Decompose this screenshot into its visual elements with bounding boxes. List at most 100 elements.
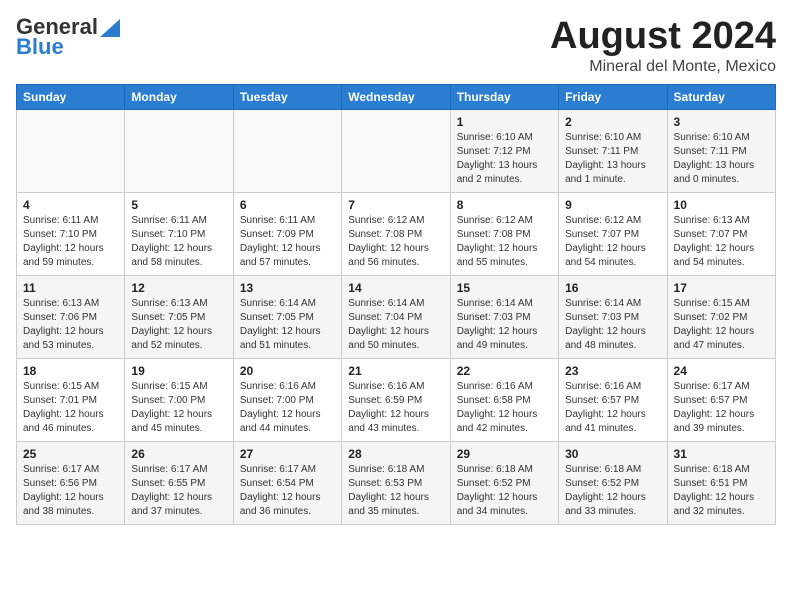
calendar-cell-2-3: 6Sunrise: 6:11 AM Sunset: 7:09 PM Daylig…	[233, 192, 341, 275]
day-info: Sunrise: 6:14 AM Sunset: 7:03 PM Dayligh…	[457, 297, 552, 353]
calendar-header-monday: Monday	[125, 84, 233, 109]
calendar-cell-1-2	[125, 109, 233, 192]
day-info: Sunrise: 6:11 AM Sunset: 7:10 PM Dayligh…	[131, 214, 226, 270]
calendar-cell-1-5: 1 Sunrise: 6:10 AM Sunset: 7:12 PM Daylig…	[450, 109, 558, 192]
calendar-cell-5-4: 28Sunrise: 6:18 AM Sunset: 6:53 PM Dayli…	[342, 441, 450, 524]
day-number: 30	[565, 447, 660, 461]
calendar-cell-3-5: 15 Sunrise: 6:14 AM Sunset: 7:03 PM Dayli…	[450, 275, 558, 358]
calendar-cell-4-5: 22 Sunrise: 6:16 AM Sunset: 6:58 PM Dayli…	[450, 358, 558, 441]
day-number: 29	[457, 447, 552, 461]
calendar-cell-4-7: 24 Sunrise: 6:17 AM Sunset: 6:57 PM Dayli…	[667, 358, 775, 441]
calendar-cell-3-4: 14 Sunrise: 6:14 AM Sunset: 7:04 PM Dayli…	[342, 275, 450, 358]
calendar-cell-5-2: 26 Sunrise: 6:17 AM Sunset: 6:55 PM Dayli…	[125, 441, 233, 524]
day-info: Sunrise: 6:16 AM Sunset: 6:57 PM Dayligh…	[565, 380, 660, 436]
day-info: Sunrise: 6:17 AM Sunset: 6:55 PM Dayligh…	[131, 463, 226, 519]
calendar-cell-2-6: 9 Sunrise: 6:12 AM Sunset: 7:07 PM Daylig…	[559, 192, 667, 275]
day-number: 24	[674, 364, 769, 378]
day-number: 4	[23, 198, 118, 212]
day-info: Sunrise: 6:17 AM Sunset: 6:57 PM Dayligh…	[674, 380, 769, 436]
calendar-header-tuesday: Tuesday	[233, 84, 341, 109]
day-info: Sunrise: 6:13 AM Sunset: 7:05 PM Dayligh…	[131, 297, 226, 353]
calendar-header-thursday: Thursday	[450, 84, 558, 109]
calendar-cell-1-4	[342, 109, 450, 192]
day-info: Sunrise: 6:13 AM Sunset: 7:06 PM Dayligh…	[23, 297, 118, 353]
calendar-cell-5-7: 31 Sunrise: 6:18 AM Sunset: 6:51 PM Dayli…	[667, 441, 775, 524]
day-number: 8	[457, 198, 552, 212]
day-info: Sunrise: 6:17 AM Sunset: 6:54 PM Dayligh…	[240, 463, 335, 519]
day-info: Sunrise: 6:12 AM Sunset: 7:08 PM Dayligh…	[348, 214, 443, 270]
calendar-cell-2-5: 8 Sunrise: 6:12 AM Sunset: 7:08 PM Daylig…	[450, 192, 558, 275]
calendar-cell-4-2: 19 Sunrise: 6:15 AM Sunset: 7:00 PM Dayli…	[125, 358, 233, 441]
calendar-cell-2-2: 5 Sunrise: 6:11 AM Sunset: 7:10 PM Daylig…	[125, 192, 233, 275]
calendar-cell-2-4: 7 Sunrise: 6:12 AM Sunset: 7:08 PM Daylig…	[342, 192, 450, 275]
day-number: 21	[348, 364, 443, 378]
calendar-cell-1-1	[17, 109, 125, 192]
page-title: August 2024	[550, 16, 776, 58]
day-info: Sunrise: 6:16 AM Sunset: 7:00 PM Dayligh…	[240, 380, 335, 436]
calendar-table: SundayMondayTuesdayWednesdayThursdayFrid…	[16, 84, 776, 525]
day-number: 22	[457, 364, 552, 378]
calendar-week-2: 4 Sunrise: 6:11 AM Sunset: 7:10 PM Daylig…	[17, 192, 776, 275]
day-number: 6	[240, 198, 335, 212]
calendar-cell-3-2: 12 Sunrise: 6:13 AM Sunset: 7:05 PM Dayli…	[125, 275, 233, 358]
calendar-cell-5-1: 25 Sunrise: 6:17 AM Sunset: 6:56 PM Dayli…	[17, 441, 125, 524]
day-number: 20	[240, 364, 335, 378]
title-block: August 2024 Mineral del Monte, Mexico	[550, 16, 776, 76]
day-info: Sunrise: 6:17 AM Sunset: 6:56 PM Dayligh…	[23, 463, 118, 519]
calendar-cell-4-1: 18Sunrise: 6:15 AM Sunset: 7:01 PM Dayli…	[17, 358, 125, 441]
calendar-header-wednesday: Wednesday	[342, 84, 450, 109]
day-info: Sunrise: 6:18 AM Sunset: 6:53 PM Dayligh…	[348, 463, 443, 519]
day-number: 5	[131, 198, 226, 212]
day-info: Sunrise: 6:14 AM Sunset: 7:04 PM Dayligh…	[348, 297, 443, 353]
calendar-cell-5-6: 30Sunrise: 6:18 AM Sunset: 6:52 PM Dayli…	[559, 441, 667, 524]
day-number: 9	[565, 198, 660, 212]
page-header: General Blue August 2024 Mineral del Mon…	[16, 16, 776, 76]
day-number: 16	[565, 281, 660, 295]
day-number: 3	[674, 115, 769, 129]
calendar-week-5: 25 Sunrise: 6:17 AM Sunset: 6:56 PM Dayli…	[17, 441, 776, 524]
day-info: Sunrise: 6:13 AM Sunset: 7:07 PM Dayligh…	[674, 214, 769, 270]
day-info: Sunrise: 6:12 AM Sunset: 7:08 PM Dayligh…	[457, 214, 552, 270]
day-info: Sunrise: 6:10 AM Sunset: 7:11 PM Dayligh…	[565, 131, 660, 187]
day-number: 25	[23, 447, 118, 461]
day-number: 1	[457, 115, 552, 129]
day-number: 2	[565, 115, 660, 129]
day-number: 11	[23, 281, 118, 295]
calendar-cell-3-7: 17Sunrise: 6:15 AM Sunset: 7:02 PM Dayli…	[667, 275, 775, 358]
logo-triangle-icon	[100, 19, 120, 37]
day-number: 19	[131, 364, 226, 378]
day-info: Sunrise: 6:15 AM Sunset: 7:00 PM Dayligh…	[131, 380, 226, 436]
day-info: Sunrise: 6:16 AM Sunset: 6:58 PM Dayligh…	[457, 380, 552, 436]
day-number: 7	[348, 198, 443, 212]
calendar-cell-3-3: 13Sunrise: 6:14 AM Sunset: 7:05 PM Dayli…	[233, 275, 341, 358]
calendar-cell-5-5: 29 Sunrise: 6:18 AM Sunset: 6:52 PM Dayli…	[450, 441, 558, 524]
day-number: 31	[674, 447, 769, 461]
day-info: Sunrise: 6:10 AM Sunset: 7:11 PM Dayligh…	[674, 131, 769, 187]
day-number: 12	[131, 281, 226, 295]
day-info: Sunrise: 6:12 AM Sunset: 7:07 PM Dayligh…	[565, 214, 660, 270]
calendar-cell-3-1: 11 Sunrise: 6:13 AM Sunset: 7:06 PM Dayli…	[17, 275, 125, 358]
calendar-cell-1-7: 3 Sunrise: 6:10 AM Sunset: 7:11 PM Daylig…	[667, 109, 775, 192]
calendar-header-sunday: Sunday	[17, 84, 125, 109]
day-info: Sunrise: 6:18 AM Sunset: 6:52 PM Dayligh…	[457, 463, 552, 519]
calendar-cell-4-4: 21Sunrise: 6:16 AM Sunset: 6:59 PM Dayli…	[342, 358, 450, 441]
calendar-cell-4-3: 20 Sunrise: 6:16 AM Sunset: 7:00 PM Dayli…	[233, 358, 341, 441]
day-number: 10	[674, 198, 769, 212]
day-number: 13	[240, 281, 335, 295]
calendar-cell-1-3	[233, 109, 341, 192]
calendar-cell-2-7: 10 Sunrise: 6:13 AM Sunset: 7:07 PM Dayli…	[667, 192, 775, 275]
day-number: 26	[131, 447, 226, 461]
calendar-cell-4-6: 23Sunrise: 6:16 AM Sunset: 6:57 PM Dayli…	[559, 358, 667, 441]
day-info: Sunrise: 6:18 AM Sunset: 6:51 PM Dayligh…	[674, 463, 769, 519]
day-info: Sunrise: 6:10 AM Sunset: 7:12 PM Dayligh…	[457, 131, 552, 187]
day-info: Sunrise: 6:15 AM Sunset: 7:01 PM Dayligh…	[23, 380, 118, 436]
logo: General Blue	[16, 16, 120, 60]
calendar-header-row: SundayMondayTuesdayWednesdayThursdayFrid…	[17, 84, 776, 109]
calendar-week-4: 18Sunrise: 6:15 AM Sunset: 7:01 PM Dayli…	[17, 358, 776, 441]
day-number: 17	[674, 281, 769, 295]
day-number: 15	[457, 281, 552, 295]
calendar-cell-3-6: 16Sunrise: 6:14 AM Sunset: 7:03 PM Dayli…	[559, 275, 667, 358]
day-number: 14	[348, 281, 443, 295]
calendar-header-friday: Friday	[559, 84, 667, 109]
day-number: 27	[240, 447, 335, 461]
